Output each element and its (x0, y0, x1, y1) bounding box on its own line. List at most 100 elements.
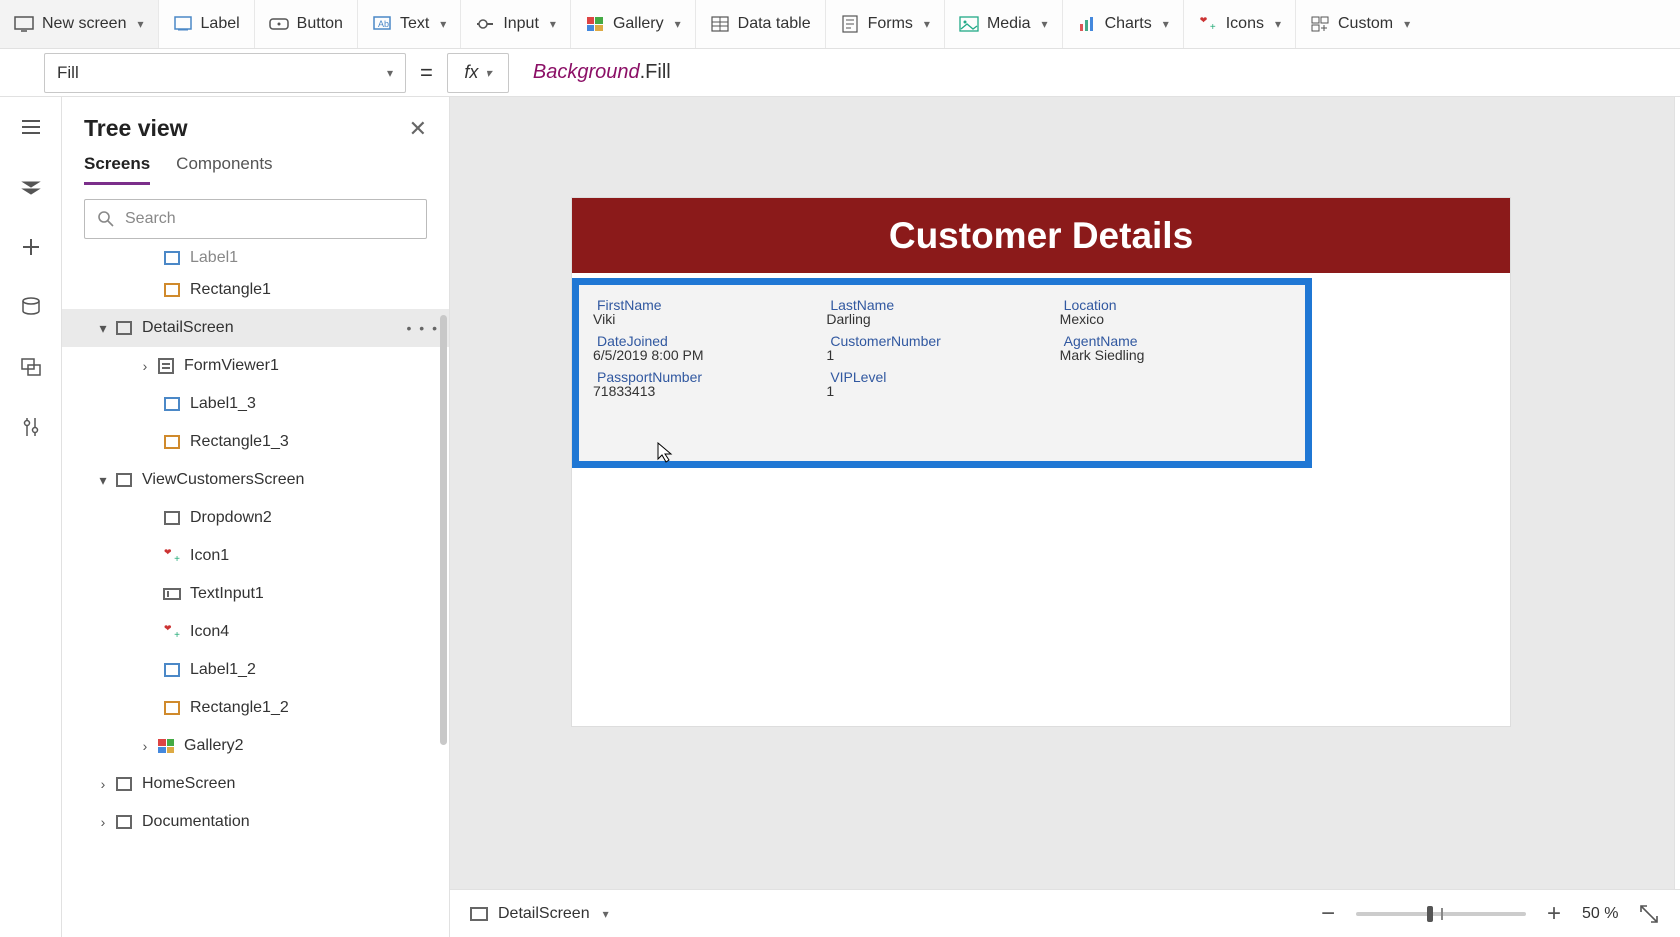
icon-icon (162, 622, 182, 642)
formula-bar: Fill ▾ = fx ▾ Background.Fill (0, 49, 1680, 97)
chevron-right-icon[interactable]: › (92, 776, 114, 792)
canvas[interactable]: Customer Details FirstName Viki LastName… (450, 97, 1680, 937)
canvas-screen-frame[interactable]: Customer Details FirstName Viki LastName… (572, 198, 1510, 726)
hamburger-button[interactable] (15, 111, 47, 143)
tree-item-rectangle1-2[interactable]: Rectangle1_2 (62, 689, 449, 727)
datatable-icon (710, 14, 730, 34)
zoom-slider[interactable] (1356, 912, 1526, 916)
media-button[interactable]: Media ▾ (945, 0, 1063, 48)
form-viewer-selected[interactable]: FirstName Viki LastName Darling Location… (572, 278, 1312, 468)
label-icon (162, 660, 182, 680)
data-button[interactable] (15, 291, 47, 323)
equals-sign: = (420, 60, 433, 86)
tree-item-label: TextInput1 (190, 585, 264, 603)
label-label: Label (201, 15, 240, 33)
field-value-customernumber: 1 (826, 347, 1053, 363)
search-placeholder: Search (125, 210, 176, 228)
chevron-down-icon[interactable]: ▾ (92, 320, 114, 337)
forms-button[interactable]: Forms ▾ (826, 0, 945, 48)
tree-item-icon4[interactable]: Icon4 (62, 613, 449, 651)
screen-selector[interactable]: DetailScreen ▾ (470, 905, 609, 923)
tree-item-rectangle1[interactable]: Rectangle1 (62, 271, 449, 309)
media-rail-button[interactable] (15, 351, 47, 383)
tree-item-label: Rectangle1_2 (190, 699, 289, 717)
tree-view-button[interactable] (15, 171, 47, 203)
input-label: Input (503, 15, 539, 33)
right-panel-collapsed[interactable] (1674, 97, 1680, 937)
field-value-firstname: Viki (593, 311, 820, 327)
more-icon[interactable]: • • • (407, 320, 439, 336)
tree-item-label1[interactable]: Label1 (62, 245, 449, 271)
tree-item-homescreen[interactable]: › HomeScreen (62, 765, 449, 803)
screen-icon (114, 318, 134, 338)
forms-label: Forms (868, 15, 913, 33)
tree-search-input[interactable]: Search (84, 199, 427, 239)
gallery-icon (156, 736, 176, 756)
chevron-down-icon: ▾ (1404, 17, 1410, 31)
field-value-agentname: Mark Siedling (1060, 347, 1287, 363)
tree-item-viewcustomers[interactable]: ▾ ViewCustomersScreen (62, 461, 449, 499)
label-button[interactable]: Label (159, 0, 255, 48)
zoom-out-button[interactable]: − (1314, 900, 1342, 928)
formula-input[interactable]: Background.Fill (523, 61, 1680, 84)
chevron-down-icon: ▾ (137, 17, 143, 31)
chevron-down-icon[interactable]: ▾ (92, 472, 114, 489)
button-icon (269, 14, 289, 34)
tree-item-dropdown2[interactable]: Dropdown2 (62, 499, 449, 537)
screen-name: DetailScreen (498, 905, 590, 923)
svg-text:Ab: Ab (378, 19, 389, 29)
fit-to-screen-button[interactable] (1638, 903, 1660, 925)
tree-item-label: Rectangle1_3 (190, 433, 289, 451)
tree-item-label: Label1 (190, 249, 238, 267)
label-icon (173, 14, 193, 34)
close-icon[interactable]: ✕ (409, 116, 427, 142)
tree-item-icon1[interactable]: Icon1 (62, 537, 449, 575)
chevron-right-icon[interactable]: › (92, 814, 114, 830)
gallery-button[interactable]: Gallery ▾ (571, 0, 696, 48)
datatable-label: Data table (738, 15, 811, 33)
tree-item-label1-3[interactable]: Label1_3 (62, 385, 449, 423)
zoom-in-button[interactable]: + (1540, 900, 1568, 928)
property-selector[interactable]: Fill ▾ (44, 53, 406, 93)
fx-button[interactable]: fx ▾ (447, 53, 509, 93)
advanced-button[interactable] (15, 411, 47, 443)
tree-scrollbar[interactable] (439, 245, 449, 937)
charts-button[interactable]: Charts ▾ (1063, 0, 1184, 48)
new-screen-button[interactable]: New screen ▾ (0, 0, 159, 48)
icons-button[interactable]: Icons ▾ (1184, 0, 1296, 48)
label-icon (162, 248, 182, 268)
chevron-right-icon[interactable]: › (134, 738, 156, 754)
tree-item-rectangle1-3[interactable]: Rectangle1_3 (62, 423, 449, 461)
scrollbar-thumb[interactable] (440, 315, 447, 745)
insert-toolbar: New screen ▾ Label Button Ab Text ▾ Inpu… (0, 0, 1680, 49)
screen-header-bar[interactable]: Customer Details (572, 198, 1510, 273)
tree-item-detailscreen[interactable]: ▾ DetailScreen • • • (62, 309, 449, 347)
tree-item-textinput1[interactable]: TextInput1 (62, 575, 449, 613)
property-name: Fill (57, 63, 79, 83)
tree-item-label: HomeScreen (142, 775, 235, 793)
tree-item-label: Gallery2 (184, 737, 244, 755)
tree-item-label1-2[interactable]: Label1_2 (62, 651, 449, 689)
tree-item-formviewer1[interactable]: › FormViewer1 (62, 347, 449, 385)
screen-header-title: Customer Details (889, 215, 1193, 257)
chevron-down-icon: ▾ (550, 17, 556, 31)
screen-icon (14, 14, 34, 34)
fx-label: fx (464, 62, 478, 83)
tree-item-label: Label1_2 (190, 661, 256, 679)
chevron-right-icon[interactable]: › (134, 358, 156, 374)
media-icon (959, 14, 979, 34)
tree-view-panel: Tree view ✕ Screens Components Search La… (62, 97, 450, 937)
zoom-thumb[interactable] (1427, 906, 1433, 922)
input-button[interactable]: Input ▾ (461, 0, 571, 48)
datatable-button[interactable]: Data table (696, 0, 826, 48)
text-button[interactable]: Ab Text ▾ (358, 0, 461, 48)
tab-components[interactable]: Components (176, 154, 272, 185)
insert-button[interactable] (15, 231, 47, 263)
button-button[interactable]: Button (255, 0, 358, 48)
tree-item-documentation[interactable]: › Documentation (62, 803, 449, 841)
custom-button[interactable]: Custom ▾ (1296, 0, 1424, 48)
tree-item-gallery2[interactable]: › Gallery2 (62, 727, 449, 765)
dropdown-icon (162, 508, 182, 528)
tab-screens[interactable]: Screens (84, 154, 150, 185)
field-value-location: Mexico (1060, 311, 1287, 327)
